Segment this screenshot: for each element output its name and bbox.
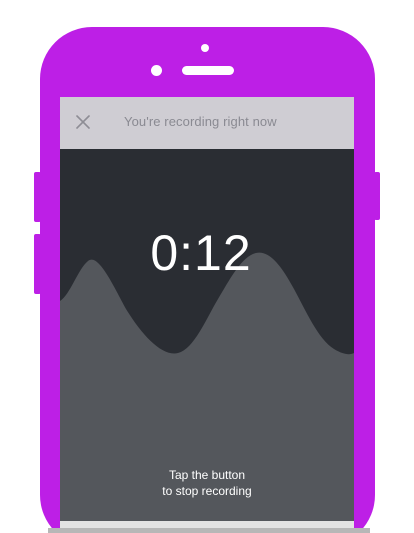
- front-camera: [151, 65, 162, 76]
- app-stage: You're recording right now 0:12 Tap the …: [0, 0, 414, 533]
- header-title: You're recording right now: [124, 114, 277, 129]
- screen-bottom-edge: [60, 521, 354, 528]
- recording-timer: 0:12: [150, 225, 252, 281]
- front-sensor: [201, 44, 209, 52]
- stop-hint-line1: Tap the button: [168, 468, 246, 482]
- stop-hint-line2: to stop recording: [162, 484, 252, 498]
- header-bar: You're recording right now: [60, 97, 354, 149]
- stop-hint[interactable]: Tap the button to stop recording: [60, 467, 354, 499]
- close-icon[interactable]: [74, 113, 92, 131]
- phone-screen: You're recording right now 0:12 Tap the …: [60, 97, 354, 533]
- device-shadow: [48, 528, 370, 533]
- earpiece-speaker: [182, 66, 234, 75]
